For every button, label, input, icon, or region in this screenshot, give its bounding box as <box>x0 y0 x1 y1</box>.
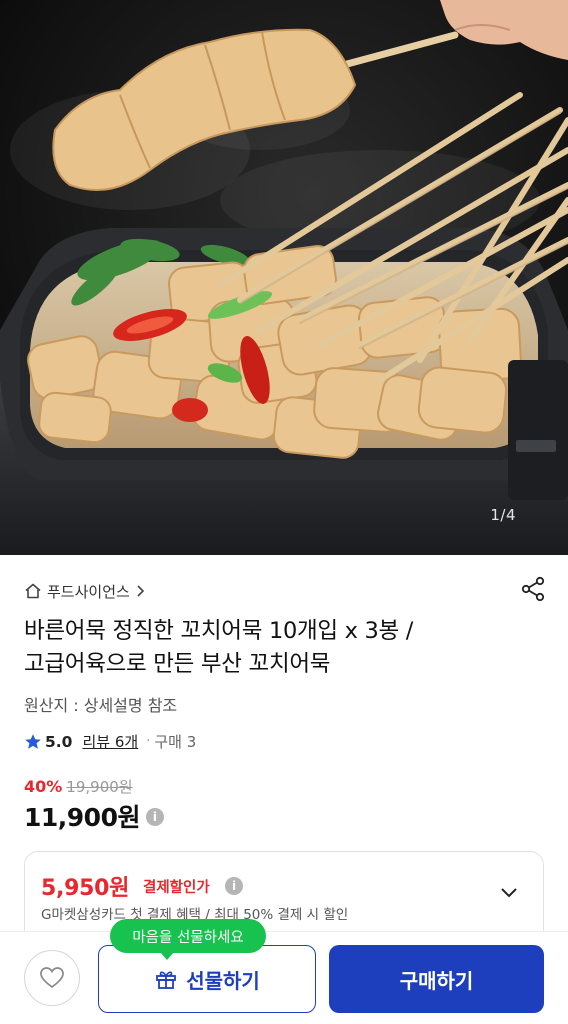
seller-link[interactable]: 푸드사이언스 <box>24 579 145 603</box>
discount-rate: 40% <box>24 777 63 796</box>
gift-button[interactable]: 선물하기 <box>98 945 316 1013</box>
image-counter: 1/4 <box>490 506 516 524</box>
review-link[interactable]: 리뷰 6개 <box>82 731 138 752</box>
buy-button-label: 구매하기 <box>399 968 474 993</box>
discount-row: 40% 19,900원 <box>24 776 133 797</box>
buy-button[interactable]: 구매하기 <box>329 945 544 1013</box>
product-title: 바른어묵 정직한 꼬치어묵 10개입 x 3봉 / 고급어육으로 만든 부산 꼬… <box>24 615 534 681</box>
gift-icon <box>156 971 177 989</box>
product-title-line1: 바른어묵 정직한 꼬치어묵 10개입 x 3봉 / <box>24 618 414 644</box>
origin-text: 원산지 : 상세설명 참조 <box>24 696 178 715</box>
sold-count: 구매 3 <box>154 733 197 751</box>
rating-score: 5.0 <box>45 732 73 751</box>
gift-button-label: 선물하기 <box>186 968 260 993</box>
share-button[interactable] <box>518 574 548 604</box>
wishlist-button[interactable] <box>24 950 80 1006</box>
share-icon <box>521 576 545 602</box>
chevron-right-icon <box>137 585 144 597</box>
product-photo <box>0 0 568 555</box>
chevron-down-icon[interactable] <box>499 886 519 900</box>
sale-price: 11,900원 <box>24 803 140 832</box>
heart-icon <box>40 967 64 989</box>
rating-row: 5.0 리뷰 6개 · 구매 3 <box>24 731 196 752</box>
product-title-line2: 고급어육으로 만든 부산 꼬치어묵 <box>24 651 331 677</box>
card-discount-price: 5,950원 <box>41 876 130 901</box>
card-info-icon[interactable]: i <box>225 877 243 895</box>
price-info-icon[interactable]: i <box>145 808 164 826</box>
star-icon <box>25 733 41 749</box>
original-price: 19,900원 <box>66 778 133 796</box>
gift-tooltip: 마음을 선물하세요 <box>110 919 266 953</box>
separator-dot: · <box>146 734 151 749</box>
seller-name: 푸드사이언스 <box>47 582 130 601</box>
product-image-carousel[interactable]: 1/4 <box>0 0 568 555</box>
home-icon <box>25 583 41 599</box>
bottom-action-bar: 선물하기 구매하기 <box>0 931 568 1024</box>
card-discount-label: 결제할인가 <box>143 880 210 896</box>
gift-tooltip-tail <box>160 952 174 960</box>
price-row: 11,900원 i <box>24 798 164 834</box>
